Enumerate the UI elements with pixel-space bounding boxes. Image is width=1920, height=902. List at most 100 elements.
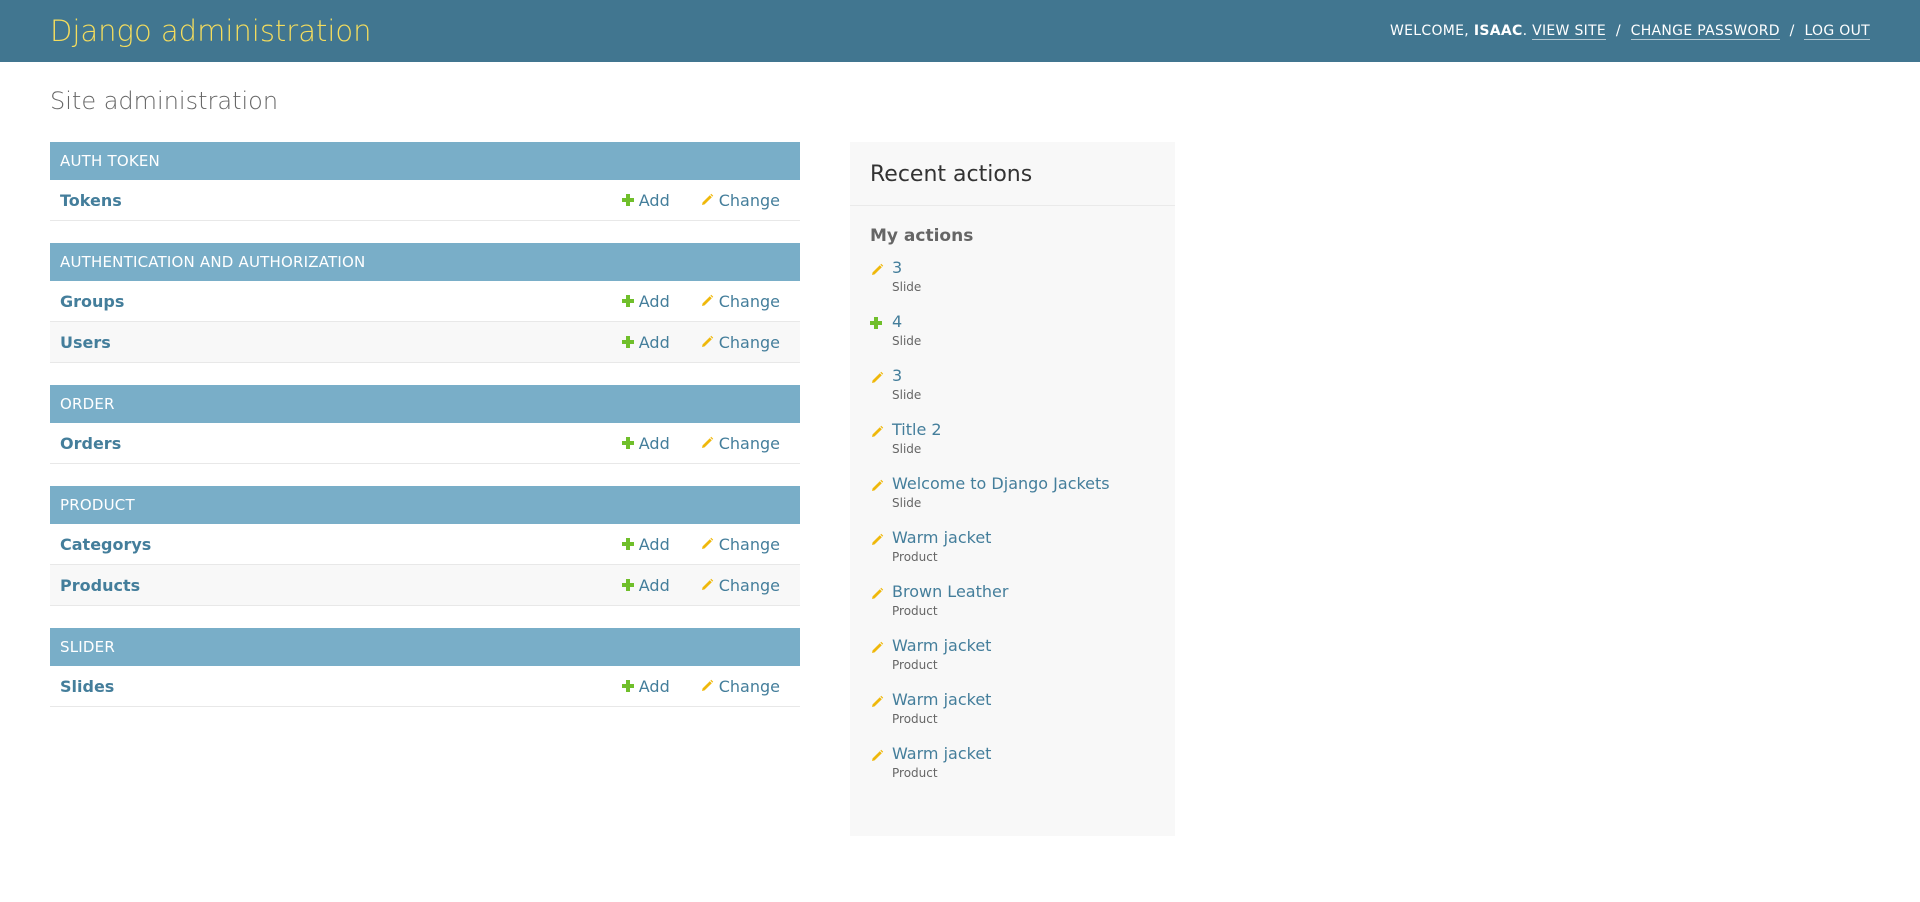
add-button[interactable]: Add bbox=[621, 190, 670, 210]
pencil-icon bbox=[872, 641, 884, 653]
change-button[interactable]: Change bbox=[700, 576, 780, 595]
action-link[interactable]: 3 bbox=[892, 366, 1155, 386]
add-button[interactable]: Add bbox=[621, 677, 670, 696]
action-link[interactable]: Brown Leather bbox=[892, 582, 1155, 602]
module-caption[interactable]: Product bbox=[50, 486, 800, 524]
pencil-icon bbox=[872, 425, 884, 437]
action-link[interactable]: Warm jacket bbox=[892, 528, 1155, 548]
change-button[interactable]: Change bbox=[700, 191, 780, 210]
pencil-icon bbox=[701, 679, 713, 691]
action-list: 3 Slide 4 Slide 3 Slide Title 2 Slide We… bbox=[850, 258, 1175, 798]
change-button[interactable]: Change bbox=[700, 333, 780, 352]
list-item: Welcome to Django Jackets Slide bbox=[870, 474, 1155, 528]
list-item: Warm jacket Product bbox=[870, 744, 1155, 798]
plus-icon bbox=[621, 437, 634, 449]
change-label: Change bbox=[718, 575, 780, 595]
add-button[interactable]: Add bbox=[621, 433, 670, 453]
content: Site administration Auth Token Tokens Ad… bbox=[0, 62, 1920, 836]
action-type: Product bbox=[892, 766, 938, 780]
add-label: Add bbox=[638, 534, 670, 554]
change-button[interactable]: Change bbox=[700, 292, 780, 311]
pencil-icon bbox=[872, 479, 884, 491]
model-row-products: Products Add Change bbox=[50, 565, 800, 606]
change-label: Change bbox=[718, 534, 780, 554]
action-type: Slide bbox=[892, 280, 922, 294]
action-link[interactable]: 4 bbox=[892, 312, 1155, 332]
add-label: Add bbox=[638, 291, 670, 311]
header: Django administration Welcome, Isaac. Vi… bbox=[0, 0, 1920, 62]
add-button[interactable]: Add bbox=[621, 576, 670, 595]
pencil-icon bbox=[701, 436, 713, 448]
list-item: Brown Leather Product bbox=[870, 582, 1155, 636]
model-link[interactable]: Tokens bbox=[60, 191, 122, 210]
action-type: Product bbox=[892, 658, 938, 672]
action-type: Slide bbox=[892, 334, 922, 348]
plus-icon bbox=[621, 579, 634, 591]
module-authentication: Authentication and Authorization Groups … bbox=[50, 243, 800, 363]
module-slider: Slider Slides Add Change bbox=[50, 628, 800, 707]
action-link[interactable]: Welcome to Django Jackets bbox=[892, 474, 1155, 494]
plus-icon bbox=[621, 336, 634, 348]
list-item: 4 Slide bbox=[870, 312, 1155, 366]
model-link[interactable]: Products bbox=[60, 576, 140, 595]
module-caption[interactable]: Auth Token bbox=[50, 142, 800, 180]
add-button[interactable]: Add bbox=[621, 332, 670, 352]
site-name[interactable]: Django administration bbox=[50, 14, 372, 48]
model-link[interactable]: Groups bbox=[60, 292, 124, 311]
plus-icon bbox=[621, 680, 634, 692]
log-out-link[interactable]: Log out bbox=[1804, 23, 1870, 40]
model-row-groups: Groups Add Change bbox=[50, 281, 800, 322]
add-button[interactable]: Add bbox=[621, 534, 670, 554]
plus-icon bbox=[621, 538, 634, 550]
action-type: Product bbox=[892, 550, 938, 564]
action-link[interactable]: Warm jacket bbox=[892, 690, 1155, 710]
recent-actions-title: Recent actions bbox=[850, 142, 1175, 206]
model-link[interactable]: Users bbox=[60, 333, 111, 352]
module-caption[interactable]: Order bbox=[50, 385, 800, 423]
module-caption[interactable]: Authentication and Authorization bbox=[50, 243, 800, 281]
model-row-categorys: Categorys Add Change bbox=[50, 524, 800, 565]
list-item: 3 Slide bbox=[870, 258, 1155, 312]
change-label: Change bbox=[718, 332, 780, 352]
pencil-icon bbox=[872, 587, 884, 599]
separator: / bbox=[1789, 23, 1795, 39]
change-label: Change bbox=[718, 433, 780, 453]
model-link[interactable]: Orders bbox=[60, 434, 121, 453]
action-type: Product bbox=[892, 604, 938, 618]
change-button[interactable]: Change bbox=[700, 535, 780, 554]
welcome-text: Welcome, bbox=[1390, 23, 1470, 39]
view-site-link[interactable]: View site bbox=[1532, 23, 1607, 40]
pencil-icon bbox=[701, 294, 713, 306]
recent-actions-panel: Recent actions My actions 3 Slide 4 Slid… bbox=[850, 142, 1175, 836]
change-label: Change bbox=[718, 291, 780, 311]
add-label: Add bbox=[638, 332, 670, 352]
add-label: Add bbox=[638, 433, 670, 453]
username: Isaac bbox=[1473, 23, 1523, 39]
pencil-icon bbox=[701, 537, 713, 549]
module-auth-token: Auth Token Tokens Add Change bbox=[50, 142, 800, 221]
pencil-icon bbox=[872, 263, 884, 275]
action-link[interactable]: Warm jacket bbox=[892, 744, 1155, 764]
action-type: Slide bbox=[892, 442, 922, 456]
add-button[interactable]: Add bbox=[621, 291, 670, 311]
plus-icon bbox=[870, 317, 882, 329]
module-caption[interactable]: Slider bbox=[50, 628, 800, 666]
pencil-icon bbox=[872, 695, 884, 707]
action-link[interactable]: Warm jacket bbox=[892, 636, 1155, 656]
model-row-tokens: Tokens Add Change bbox=[50, 180, 800, 221]
change-password-link[interactable]: Change password bbox=[1630, 23, 1780, 40]
action-type: Product bbox=[892, 712, 938, 726]
action-link[interactable]: 3 bbox=[892, 258, 1155, 278]
module-product: Product Categorys Add Change Products Ad… bbox=[50, 486, 800, 606]
user-tools: Welcome, Isaac. View site / Change passw… bbox=[1390, 23, 1870, 40]
change-button[interactable]: Change bbox=[700, 677, 780, 696]
pencil-icon bbox=[701, 578, 713, 590]
action-link[interactable]: Title 2 bbox=[892, 420, 1155, 440]
model-link[interactable]: Categorys bbox=[60, 535, 151, 554]
list-item: Warm jacket Product bbox=[870, 636, 1155, 690]
model-link[interactable]: Slides bbox=[60, 677, 114, 696]
change-button[interactable]: Change bbox=[700, 434, 780, 453]
add-label: Add bbox=[638, 190, 670, 210]
page-title: Site administration bbox=[50, 87, 279, 115]
pencil-icon bbox=[872, 533, 884, 545]
